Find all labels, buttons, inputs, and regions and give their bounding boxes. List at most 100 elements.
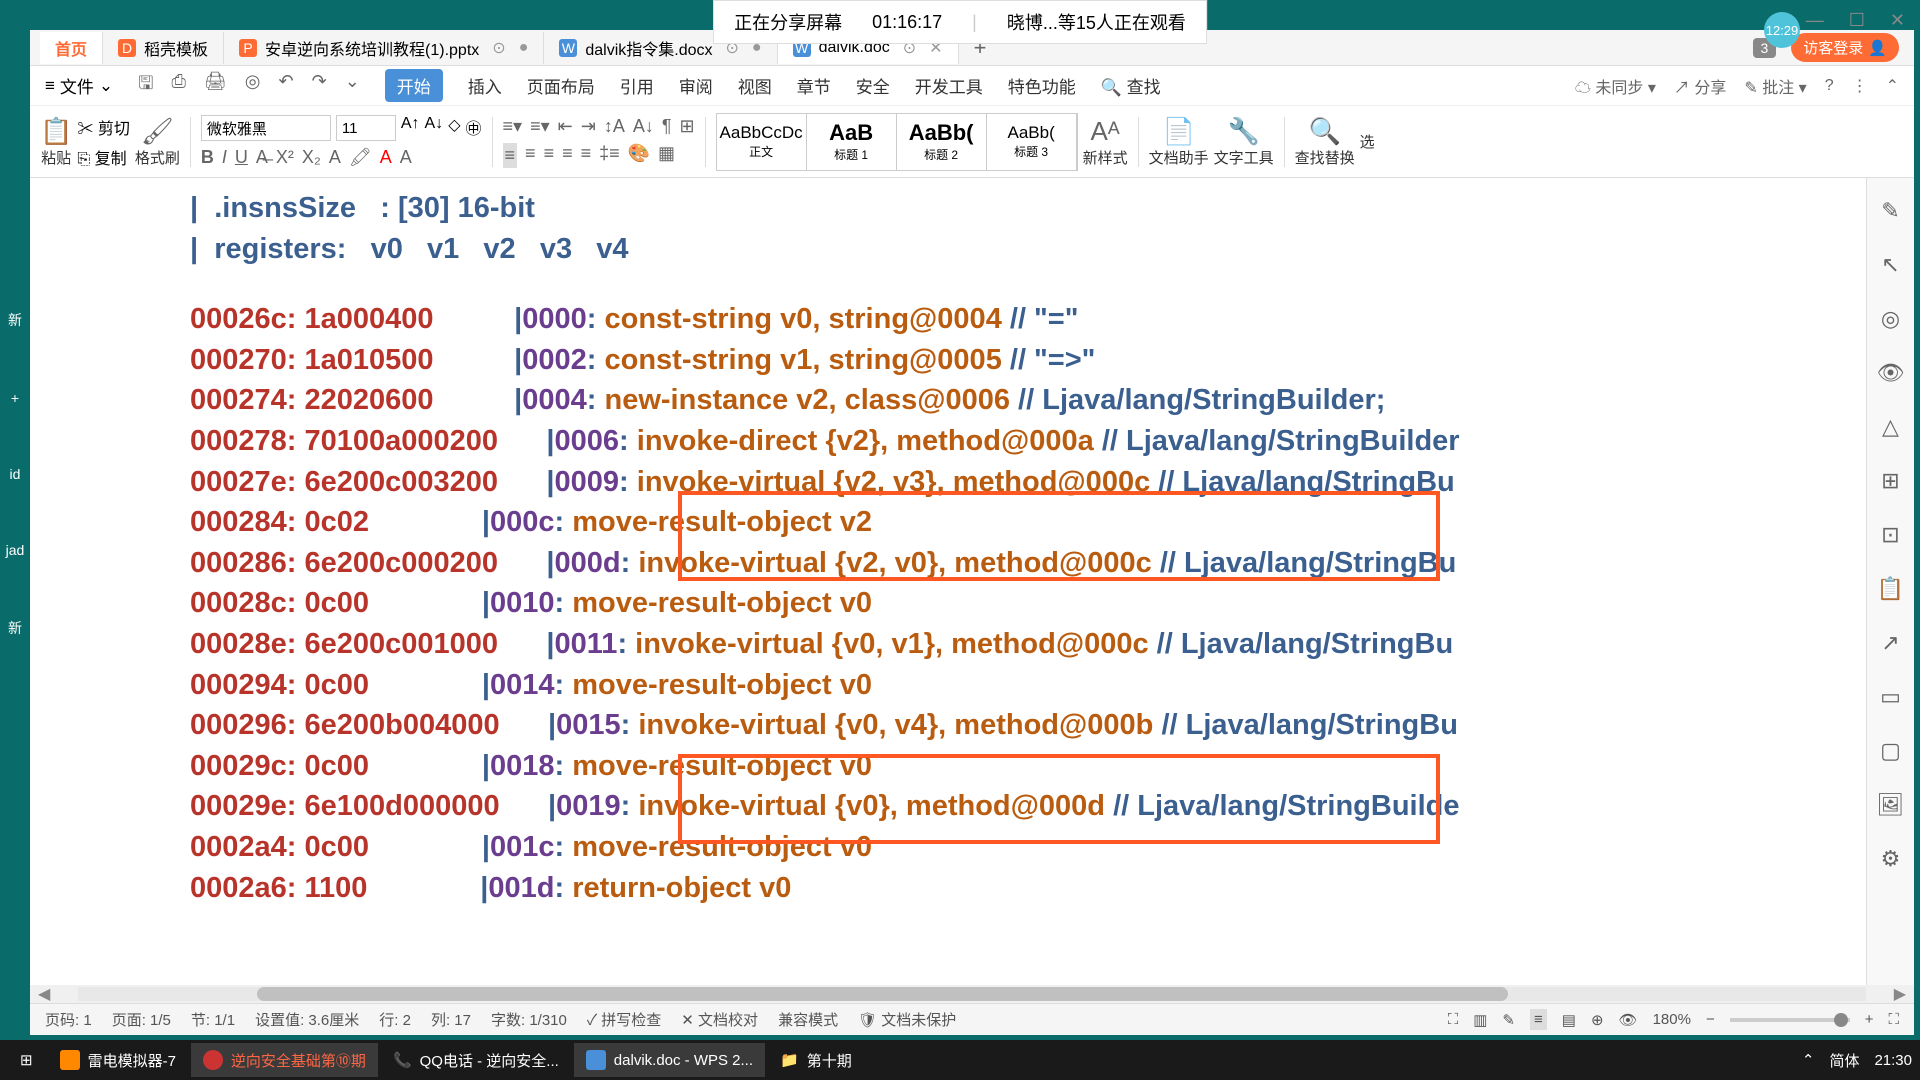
pin-icon[interactable]: ⊙ — [492, 38, 505, 58]
cut-button[interactable]: ✂ 剪切 — [77, 115, 129, 139]
zoom-in-button[interactable]: + — [1865, 1011, 1874, 1028]
desktop-icon[interactable]: 新 — [8, 618, 22, 638]
align-center-button[interactable]: ≡ — [525, 143, 536, 168]
page-count[interactable]: 页面: 1/5 — [112, 1009, 171, 1030]
edit-view-icon[interactable]: ✎ — [1502, 1011, 1515, 1029]
select-button[interactable]: 选 — [1360, 131, 1375, 152]
target-icon[interactable]: ◎ — [1881, 306, 1900, 332]
phonetic-icon[interactable]: ㊥ — [466, 115, 482, 141]
minimize-button[interactable]: — — [1806, 10, 1824, 31]
align-right-button[interactable]: ≡ — [544, 143, 555, 168]
template-tab[interactable]: D 稻壳模板 — [103, 32, 224, 64]
desktop-icon[interactable]: id — [10, 466, 21, 482]
italic-button[interactable]: I — [222, 147, 227, 168]
taskbar-app[interactable]: 逆向安全基础第⑩期 — [191, 1043, 378, 1077]
font-size-select[interactable] — [336, 115, 396, 141]
start-button[interactable]: ⊞ — [8, 1043, 45, 1077]
maximize-button[interactable]: ☐ — [1849, 10, 1865, 31]
section-count[interactable]: 节: 1/1 — [191, 1009, 235, 1030]
menu-chapter[interactable]: 章节 — [797, 73, 831, 98]
menu-view[interactable]: 视图 — [738, 73, 772, 98]
style-gallery[interactable]: AaBbCcDc正文 AaB标题 1 AaBb(标题 2 AaBb(标题 3 — [716, 113, 1078, 171]
font-color-button[interactable]: A — [380, 147, 392, 168]
menu-features[interactable]: 特色功能 — [1008, 73, 1076, 98]
style-heading3[interactable]: AaBb(标题 3 — [987, 114, 1077, 170]
proof-reading[interactable]: ✕ 文档校对 — [681, 1009, 758, 1030]
taskbar-app[interactable]: 雷电模拟器-7 — [48, 1043, 188, 1077]
find-replace-button[interactable]: 🔍查找替换 — [1295, 116, 1355, 168]
redo-icon[interactable]: ↷ — [312, 71, 327, 101]
home-tab[interactable]: 首页 — [40, 32, 103, 64]
document-content[interactable]: | .insnsSize : [30] 16-bit | registers: … — [30, 178, 1866, 985]
doc-assist-button[interactable]: 📄文档助手 — [1149, 116, 1209, 168]
settings-icon[interactable]: ⚙ — [1881, 846, 1901, 872]
text-tools-button[interactable]: 🔧文字工具 — [1214, 116, 1274, 168]
sync-status[interactable]: ☁ 未同步 ▾ — [1575, 74, 1656, 98]
preview-icon[interactable]: ◎ — [245, 71, 261, 101]
text-direction-button[interactable]: ↕A — [604, 116, 625, 137]
more-icon[interactable]: ⋮ — [1852, 76, 1868, 96]
subscript-button[interactable]: X₂ — [302, 147, 321, 168]
menu-insert[interactable]: 插入 — [468, 73, 502, 98]
menu-page-layout[interactable]: 页面布局 — [527, 73, 595, 98]
numbering-button[interactable]: ≡▾ — [530, 116, 550, 137]
menu-review[interactable]: 审阅 — [679, 73, 713, 98]
box-icon[interactable]: ▢ — [1880, 738, 1901, 764]
close-button[interactable]: ✕ — [1890, 10, 1905, 31]
tray-chevron-icon[interactable]: ⌃ — [1802, 1051, 1815, 1069]
style-heading2[interactable]: AaBb(标题 2 — [897, 114, 987, 170]
collapse-ribbon-icon[interactable]: ⌃ — [1886, 76, 1899, 96]
increase-indent-button[interactable]: ⇥ — [581, 116, 596, 137]
desktop-icon[interactable]: 新 — [8, 310, 22, 330]
taskbar-app-active[interactable]: dalvik.doc - WPS 2... — [574, 1043, 765, 1077]
format-painter-button[interactable]: 🖌 格式刷 — [135, 116, 180, 168]
reading-view-icon[interactable]: ▥ — [1473, 1011, 1487, 1029]
page-view-icon[interactable]: ≡ — [1530, 1009, 1547, 1030]
show-marks-button[interactable]: ¶ — [662, 116, 672, 137]
char-shading-button[interactable]: A — [400, 147, 412, 168]
menu-developer[interactable]: 开发工具 — [915, 73, 983, 98]
protection-status[interactable]: 🛡 文档未保护 — [858, 1009, 956, 1030]
share-button[interactable]: ↗ 分享 — [1674, 74, 1726, 98]
shading-button[interactable]: 🎨 — [628, 143, 650, 168]
cursor-icon[interactable]: ↖ — [1881, 252, 1899, 278]
clipboard-icon[interactable]: 📋 — [1877, 576, 1904, 602]
increase-font-icon[interactable]: A↑ — [401, 115, 420, 141]
superscript-button[interactable]: X² — [276, 147, 294, 168]
line-spacing-button[interactable]: ‡≡ — [599, 143, 620, 168]
page-number[interactable]: 页码: 1 — [45, 1009, 92, 1030]
decrease-font-icon[interactable]: A↓ — [425, 115, 444, 141]
bullets-button[interactable]: ≡▾ — [503, 116, 523, 137]
print-icon[interactable]: 🖨 — [204, 71, 227, 101]
zoom-level[interactable]: 180% — [1653, 1011, 1691, 1028]
clear-format-icon[interactable]: ◇ — [448, 115, 460, 141]
font-name-select[interactable] — [201, 115, 331, 141]
help-icon[interactable]: ? — [1825, 77, 1834, 95]
text-effects-button[interactable]: A — [329, 147, 341, 168]
grid-icon[interactable]: ⊞ — [1881, 468, 1899, 494]
menu-security[interactable]: 安全 — [856, 73, 890, 98]
chevron-down-icon[interactable]: ⌄ — [345, 71, 360, 101]
strikethrough-button[interactable]: A̶ — [256, 147, 268, 168]
style-normal[interactable]: AaBbCcDc正文 — [717, 114, 807, 170]
search-button[interactable]: 🔍 查找 — [1101, 73, 1161, 98]
layout-icon[interactable]: ▭ — [1880, 684, 1901, 710]
eye-icon[interactable]: 👁 — [1877, 360, 1905, 386]
fit-page-icon[interactable]: ⛶ — [1888, 1011, 1899, 1028]
triangle-icon[interactable]: △ — [1882, 414, 1899, 440]
distribute-button[interactable]: ≡ — [581, 143, 592, 168]
file-menu[interactable]: ≡ 文件 ⌄ — [45, 73, 113, 98]
desktop-icon[interactable]: + — [11, 390, 19, 406]
scroll-left-icon[interactable]: ◀ — [30, 984, 58, 1004]
eye-icon[interactable]: 👁 — [1619, 1011, 1638, 1029]
sort-button[interactable]: A↓ — [633, 116, 654, 137]
close-icon[interactable]: ● — [519, 39, 529, 57]
login-button[interactable]: 访客登录 👤 — [1791, 33, 1899, 62]
menu-references[interactable]: 引用 — [620, 73, 654, 98]
web-view-icon[interactable]: ⊕ — [1591, 1011, 1604, 1029]
char-count[interactable]: 字数: 1/310 — [491, 1009, 567, 1030]
bold-button[interactable]: B — [201, 147, 214, 168]
underline-button[interactable]: U — [235, 147, 248, 168]
highlight-button[interactable]: 🖍 — [349, 147, 372, 168]
document-tab[interactable]: P 安卓逆向系统培训教程(1).pptx ⊙ ● — [224, 32, 544, 64]
